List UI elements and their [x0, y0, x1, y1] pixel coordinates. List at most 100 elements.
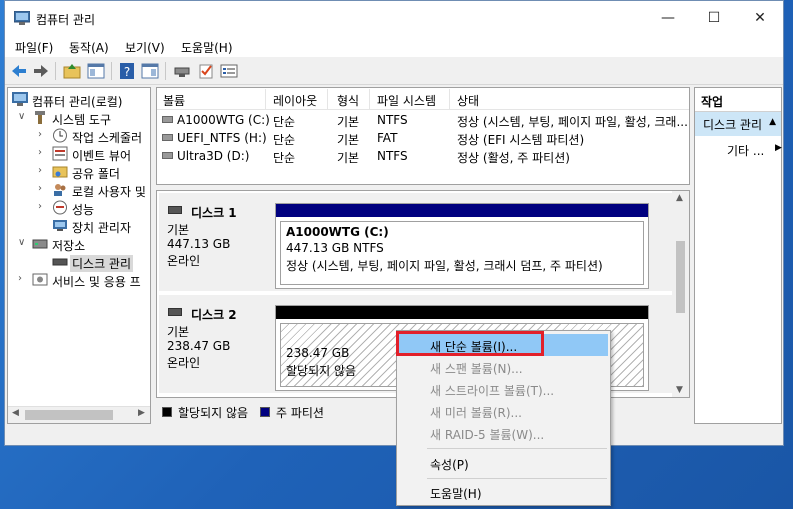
menu-item-label: 새 RAID-5 볼륨(W)... [430, 428, 545, 442]
column-divider[interactable] [369, 89, 370, 109]
check-list-icon[interactable] [197, 62, 215, 80]
forward-arrow-icon[interactable] [32, 62, 50, 80]
chevron-down-icon[interactable]: ∨ [18, 111, 28, 122]
help-icon[interactable]: ? [118, 62, 136, 80]
more-actions-item[interactable]: 기타 ... ▶ [727, 142, 782, 159]
column-header-status[interactable]: 상태 [457, 92, 479, 109]
disk-name: 디스크 2 [191, 308, 237, 322]
chevron-right-icon[interactable]: › [38, 183, 48, 194]
legend-unallocated: 할당되지 않음 [178, 406, 249, 420]
menu-item-new-raid5-volume: 새 RAID-5 볼륨(W)... [399, 422, 608, 444]
cell-file-system: NTFS [377, 113, 408, 127]
scroll-right-icon[interactable]: ▶ [138, 408, 145, 418]
menu-item-label: 새 스팬 볼륨(N)... [430, 362, 523, 376]
column-divider[interactable] [449, 89, 450, 109]
chevron-right-icon[interactable]: › [38, 201, 48, 212]
tree-item-performance[interactable]: › 성능 [8, 199, 150, 217]
connect-disk-icon[interactable] [173, 62, 191, 80]
disk-type: 기본 [167, 223, 190, 237]
table-row[interactable]: UEFI_NTFS (H:) 단순 기본 FAT 정상 (EFI 시스템 파티션… [157, 129, 689, 147]
close-button[interactable]: ✕ [737, 1, 783, 35]
scroll-left-icon[interactable]: ◀ [12, 408, 19, 418]
unallocated-size: 238.47 GB [286, 346, 350, 360]
services-icon [32, 273, 48, 286]
tree-label: 디스크 관리 [70, 255, 134, 272]
menu-item-new-spanned-volume: 새 스팬 볼륨(N)... [399, 356, 608, 378]
partition-c[interactable]: A1000WTG (C:) 447.13 GB NTFS 정상 (시스템, 부팅… [275, 203, 649, 289]
tree-label: 저장소 [52, 239, 86, 253]
disk-status: 온라인 [167, 254, 201, 268]
menu-item-help[interactable]: 도움말(H) [399, 481, 608, 503]
tree-item-task-scheduler[interactable]: › 작업 스케줄러 [8, 127, 150, 145]
column-header-volume[interactable]: 볼륨 [163, 92, 185, 109]
menu-item-properties[interactable]: 속성(P) [399, 452, 608, 474]
disk-1-row[interactable]: 디스크 1 기본 447.13 GB 온라인 A1000WTG (C:) 447… [159, 193, 672, 291]
partition-label: A1000WTG (C:) [286, 225, 389, 239]
cell-status: 정상 (시스템, 부팅, 페이지 파일, 활성, 크래... [457, 115, 688, 129]
chevron-right-icon[interactable]: › [38, 165, 48, 176]
scroll-thumb[interactable] [25, 410, 113, 420]
cell-type: 기본 [337, 133, 360, 147]
back-arrow-icon[interactable] [10, 62, 28, 80]
show-hide-console-tree-icon[interactable] [87, 62, 105, 80]
cell-layout: 단순 [273, 151, 296, 165]
column-header-type[interactable]: 형식 [337, 92, 359, 109]
unallocated-bar [276, 306, 648, 319]
toolbar-separator [55, 62, 56, 80]
scroll-thumb[interactable] [676, 241, 685, 313]
tree-item-disk-management[interactable]: 디스크 관리 [8, 253, 150, 272]
tree-item-shared-folders[interactable]: › 공유 폴더 [8, 163, 150, 181]
window-title: 컴퓨터 관리 [36, 13, 96, 27]
legend-primary: 주 파티션 [276, 406, 324, 420]
table-row[interactable]: Ultra3D (D:) 단순 기본 NTFS 정상 (활성, 주 파티션) [157, 147, 689, 165]
volume-icon [162, 134, 173, 141]
more-actions-label: 기타 ... [727, 144, 765, 158]
tree-item-computer-management[interactable]: 컴퓨터 관리(로컬) [8, 91, 150, 109]
menu-help[interactable]: 도움말(H) [181, 39, 233, 56]
maximize-button[interactable]: ☐ [691, 1, 737, 35]
minimize-button[interactable]: — [645, 1, 691, 35]
tree-item-services-applications[interactable]: › 서비스 및 응용 프 [8, 271, 150, 289]
tree-item-storage[interactable]: ∨ 저장소 [8, 235, 150, 253]
actions-section-disk-management[interactable]: 디스크 관리 ▲ [695, 112, 781, 136]
collapse-up-icon[interactable]: ▲ [769, 117, 776, 127]
tree-item-system-tools[interactable]: ∨ 시스템 도구 [8, 109, 150, 127]
computer-management-window: 컴퓨터 관리 — ☐ ✕ 파일(F) 동작(A) 보기(V) 도움말(H) ? … [4, 0, 784, 446]
cell-file-system: FAT [377, 131, 398, 145]
up-folder-icon[interactable] [63, 62, 81, 80]
scroll-down-icon[interactable]: ▼ [676, 385, 683, 395]
tree-label: 서비스 및 응용 프 [52, 275, 141, 289]
chevron-right-icon[interactable]: › [38, 147, 48, 158]
disk-status: 온라인 [167, 356, 201, 370]
tree-item-local-users[interactable]: › 로컬 사용자 및 [8, 181, 150, 199]
chevron-right-icon[interactable]: › [38, 129, 48, 140]
show-hide-action-pane-icon[interactable] [141, 62, 159, 80]
menu-file[interactable]: 파일(F) [15, 39, 53, 56]
column-divider[interactable] [265, 89, 266, 109]
title-bar[interactable]: 컴퓨터 관리 — ☐ ✕ [5, 1, 783, 35]
performance-icon [53, 200, 67, 215]
column-header-layout[interactable]: 레이아웃 [273, 92, 317, 109]
column-header-file-system[interactable]: 파일 시스템 [377, 92, 436, 109]
chevron-down-icon[interactable]: ∨ [18, 237, 28, 248]
tree-horizontal-scrollbar[interactable]: ◀ ▶ [8, 406, 150, 423]
disk-view-vertical-scrollbar[interactable]: ▲ ▼ [672, 191, 689, 397]
disk-size: 447.13 GB [167, 237, 231, 251]
close-icon: ✕ [754, 10, 766, 26]
scroll-up-icon[interactable]: ▲ [676, 193, 683, 203]
tree-item-event-viewer[interactable]: › 이벤트 뷰어 [8, 145, 150, 163]
menu-view[interactable]: 보기(V) [125, 39, 165, 56]
partition-box[interactable]: A1000WTG (C:) 447.13 GB NTFS 정상 (시스템, 부팅… [280, 221, 644, 285]
tree-item-device-manager[interactable]: 장치 관리자 [8, 217, 150, 235]
volume-icon [162, 152, 173, 159]
partition-status: 정상 (시스템, 부팅, 페이지 파일, 활성, 크래시 덤프, 주 파티션) [286, 259, 603, 273]
column-divider[interactable] [327, 89, 328, 109]
menu-action[interactable]: 동작(A) [69, 39, 109, 56]
table-row[interactable]: A1000WTG (C:) 단순 기본 NTFS 정상 (시스템, 부팅, 페이… [157, 111, 689, 129]
event-viewer-icon [52, 146, 68, 161]
tools-icon [35, 111, 45, 124]
properties-list-icon[interactable] [220, 62, 238, 80]
cell-volume: A1000WTG (C:) [177, 113, 270, 127]
menu-item-new-mirrored-volume: 새 미러 볼륨(R)... [399, 400, 608, 422]
chevron-right-icon[interactable]: › [18, 273, 28, 284]
